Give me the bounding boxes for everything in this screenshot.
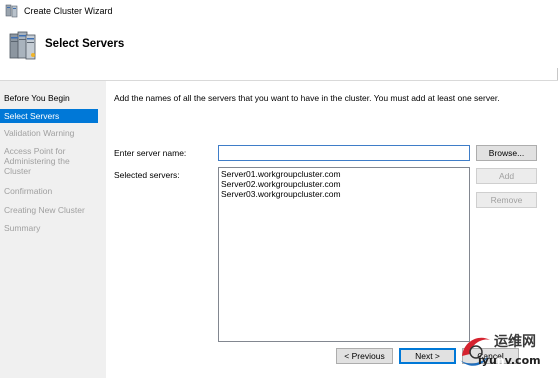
window-title: Create Cluster Wizard xyxy=(24,6,113,16)
step-confirmation: Confirmation xyxy=(4,186,53,196)
page-title: Select Servers xyxy=(45,38,125,50)
server-name-label: Enter server name: xyxy=(114,148,187,158)
step-select-servers[interactable]: Select Servers xyxy=(0,109,98,123)
watermark-logo-text: 运维网 xyxy=(494,334,536,350)
list-item[interactable]: Server01.workgroupcluster.com xyxy=(221,169,467,179)
cluster-app-icon xyxy=(5,4,19,18)
next-button[interactable]: Next > xyxy=(399,348,456,364)
watermark-url-suffix: v.com xyxy=(504,354,541,367)
list-item[interactable]: Server02.workgroupcluster.com xyxy=(221,179,467,189)
previous-button[interactable]: < Previous xyxy=(336,348,393,364)
step-creating-new-cluster: Creating New Cluster xyxy=(4,205,85,215)
selected-servers-label: Selected servers: xyxy=(114,170,180,180)
watermark-url-highlight: n xyxy=(496,354,505,367)
step-before-you-begin[interactable]: Before You Begin xyxy=(0,93,98,103)
server-cluster-icon xyxy=(8,30,38,62)
step-summary: Summary xyxy=(4,223,41,233)
watermark-url: iyunv.com xyxy=(478,354,541,367)
add-button[interactable]: Add xyxy=(476,168,537,184)
instruction-text: Add the names of all the servers that yo… xyxy=(114,93,500,103)
server-name-input[interactable] xyxy=(218,145,470,161)
title-bar: Create Cluster Wizard xyxy=(0,0,558,22)
watermark-url-prefix: iyu xyxy=(478,354,497,367)
selected-servers-list[interactable]: Server01.workgroupcluster.com Server02.w… xyxy=(218,167,470,342)
step-validation-warning: Validation Warning xyxy=(4,128,75,138)
wizard-header: Select Servers xyxy=(0,22,558,68)
browse-button[interactable]: Browse... xyxy=(476,145,537,161)
wizard-window: Create Cluster Wizard Select Servers Bef… xyxy=(0,0,558,378)
step-access-point: Access Point for Administering the Clust… xyxy=(4,146,70,176)
wizard-steps-sidebar: Before You Begin Select Servers Validati… xyxy=(0,81,106,378)
remove-button[interactable]: Remove xyxy=(476,192,537,208)
list-item[interactable]: Server03.workgroupcluster.com xyxy=(221,189,467,199)
